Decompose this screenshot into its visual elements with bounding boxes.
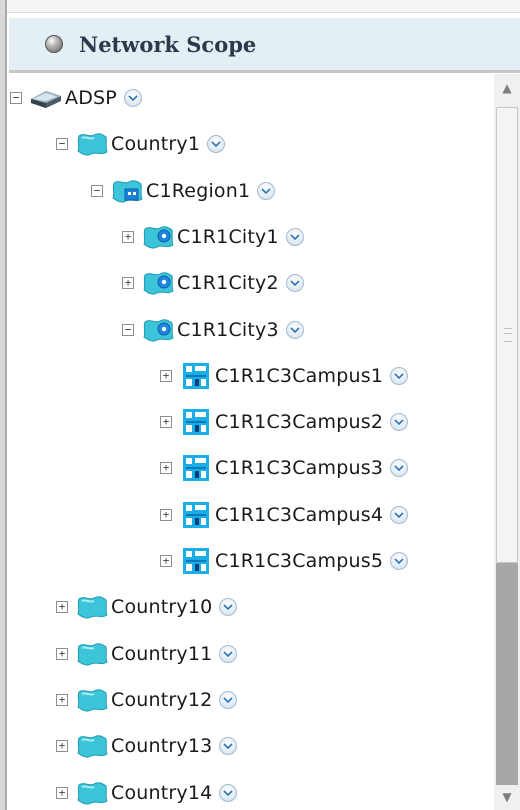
chevron-down-icon[interactable] [285, 274, 304, 293]
panel-header: Network Scope [9, 18, 520, 73]
tree-node-label[interactable]: C1R1City3 [177, 319, 279, 341]
chevron-down-icon[interactable] [219, 598, 238, 617]
tree-node[interactable]: − C1Region1 [91, 171, 276, 211]
chevron-down-icon[interactable] [219, 644, 238, 663]
vertical-scrollbar[interactable]: ▲ ▼ [494, 74, 520, 810]
campus-icon [179, 362, 213, 389]
status-dot-icon [45, 35, 63, 53]
expand-icon[interactable]: + [160, 508, 172, 521]
tree-node-label[interactable]: C1R1City2 [177, 272, 279, 294]
campus-icon [179, 548, 213, 574]
tree-node-label[interactable]: Country11 [111, 643, 212, 665]
tree-node[interactable]: + Country12 [56, 680, 238, 720]
campus-icon [179, 455, 213, 482]
tree-node-label[interactable]: C1R1C3Campus3 [215, 457, 383, 479]
chevron-down-icon[interactable] [285, 320, 304, 339]
tree-node[interactable]: − C1R1City3 [122, 310, 304, 350]
chevron-down-icon[interactable] [390, 505, 409, 524]
tree-node[interactable]: − Country1 [56, 124, 226, 164]
scroll-up-icon[interactable]: ▲ [494, 75, 520, 101]
scroll-down-icon[interactable]: ▼ [494, 784, 520, 810]
tree-node-label[interactable]: C1R1C3Campus4 [215, 504, 383, 526]
top-strip [7, 0, 520, 13]
tree-node[interactable]: − ADSP [10, 78, 142, 118]
tree-node[interactable]: + C1R1C3Campus5 [160, 541, 409, 581]
tree-node-label[interactable]: Country12 [111, 689, 212, 711]
chevron-down-icon[interactable] [219, 737, 238, 756]
tree-node[interactable]: + Country13 [56, 726, 238, 766]
expand-icon[interactable]: + [160, 369, 172, 382]
tree-node[interactable]: + C1R1City2 [122, 263, 304, 303]
tree-node-label[interactable]: ADSP [65, 87, 117, 109]
tree-node[interactable]: + C1R1C3Campus1 [160, 356, 409, 396]
expand-icon[interactable]: + [160, 555, 172, 567]
collapse-icon[interactable]: − [56, 138, 68, 151]
country-icon [75, 641, 109, 667]
country-icon [75, 131, 109, 157]
chevron-down-icon[interactable] [257, 181, 276, 200]
chevron-down-icon[interactable] [390, 413, 409, 432]
tree-node-label[interactable]: Country13 [111, 735, 212, 757]
chevron-down-icon[interactable] [219, 690, 238, 709]
expand-icon[interactable]: + [56, 647, 68, 660]
scrollbar-thumb[interactable] [496, 563, 518, 785]
tree-node[interactable]: + C1R1C3Campus4 [160, 495, 409, 535]
tree-node-label[interactable]: Country10 [111, 596, 212, 618]
chevron-down-icon[interactable] [219, 783, 238, 802]
chevron-down-icon[interactable] [390, 552, 409, 570]
expand-icon[interactable]: + [56, 601, 68, 614]
tree-node-label[interactable]: C1Region1 [146, 180, 250, 202]
chevron-down-icon[interactable] [123, 89, 142, 107]
tree-node[interactable]: + Country10 [56, 587, 238, 627]
network-tree: − ADSP − Country1 − C1Region1 + C1R1City1 + C1R1C… [9, 74, 494, 810]
collapse-icon[interactable]: − [91, 184, 103, 197]
expand-icon[interactable]: + [160, 462, 172, 475]
expand-icon[interactable]: + [56, 740, 68, 753]
tree-node[interactable]: + C1R1City1 [122, 217, 304, 257]
region-icon [110, 178, 144, 204]
campus-icon [179, 501, 213, 528]
chevron-down-icon[interactable] [390, 459, 409, 478]
chevron-down-icon[interactable] [390, 366, 409, 385]
chevron-down-icon[interactable] [285, 227, 304, 246]
city-icon [141, 270, 175, 296]
tree-node-label[interactable]: Country14 [111, 782, 212, 804]
campus-icon [179, 409, 213, 436]
tree-node-label[interactable]: C1R1C3Campus1 [215, 365, 383, 387]
tree-node-label[interactable]: C1R1City1 [177, 226, 279, 248]
tree-node-label[interactable]: Country1 [111, 133, 200, 155]
tree-node[interactable]: + C1R1C3Campus3 [160, 448, 409, 488]
country-icon [75, 733, 109, 759]
collapse-icon[interactable]: − [10, 92, 22, 104]
expand-icon[interactable]: + [160, 416, 172, 429]
country-icon [75, 687, 109, 713]
chevron-down-icon[interactable] [207, 135, 226, 154]
left-panel-border [0, 0, 7, 810]
collapse-icon[interactable]: − [122, 323, 134, 336]
server-icon [29, 85, 63, 111]
city-icon [141, 317, 175, 343]
scrollbar-track[interactable] [496, 107, 518, 563]
tree-node[interactable]: + Country14 [56, 773, 238, 810]
city-icon [141, 224, 175, 250]
tree-node[interactable]: + C1R1C3Campus2 [160, 402, 409, 442]
country-icon [75, 780, 109, 806]
page-title: Network Scope [79, 31, 257, 57]
expand-icon[interactable]: + [122, 277, 134, 290]
country-icon [75, 594, 109, 620]
tree-node[interactable]: + Country11 [56, 634, 238, 674]
tree-node-label[interactable]: C1R1C3Campus2 [215, 411, 383, 433]
expand-icon[interactable]: + [56, 786, 68, 799]
expand-icon[interactable]: + [56, 693, 68, 706]
expand-icon[interactable]: + [122, 230, 134, 243]
tree-node-label[interactable]: C1R1C3Campus5 [215, 550, 383, 572]
grip-icon [504, 328, 512, 342]
